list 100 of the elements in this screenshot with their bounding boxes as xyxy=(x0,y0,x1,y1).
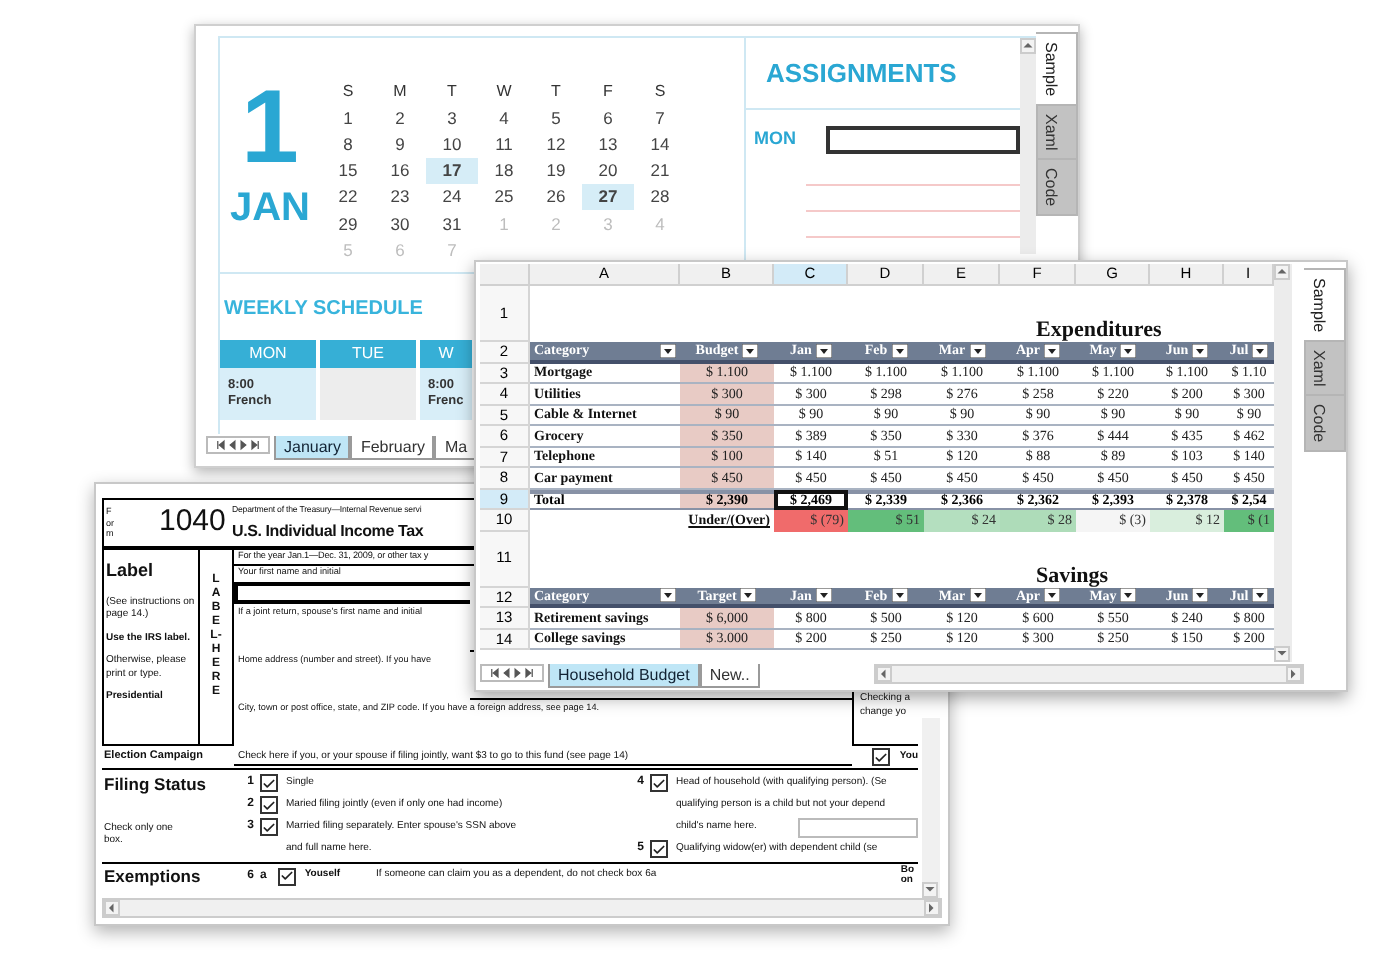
calendar-day[interactable]: 18 xyxy=(478,157,530,185)
weekday-label: S xyxy=(652,79,668,104)
checkbox[interactable] xyxy=(871,748,890,766)
calendar-day[interactable]: 14 xyxy=(634,131,686,158)
scroll-down-button[interactable] xyxy=(922,882,938,898)
calendar-day[interactable]: 27 xyxy=(582,184,634,211)
sheet-tab[interactable]: February xyxy=(350,436,435,460)
sheet-tab[interactable]: January xyxy=(274,436,351,460)
side-tab[interactable]: Xaml xyxy=(1304,340,1346,397)
calendar-day[interactable]: 2 xyxy=(374,104,426,132)
calendar-day[interactable]: 11 xyxy=(478,131,530,158)
calendar-day[interactable]: 15 xyxy=(322,157,374,185)
calendar-day[interactable]: 29 xyxy=(322,210,374,238)
weekday-label: T xyxy=(445,79,459,104)
input-field[interactable] xyxy=(234,581,470,604)
scroll-left-button[interactable] xyxy=(875,666,892,682)
calendar-day[interactable]: 4 xyxy=(478,104,530,132)
dropdown-icon[interactable] xyxy=(815,343,832,358)
dropdown-icon[interactable] xyxy=(660,588,676,603)
vertical-scrollbar[interactable] xyxy=(922,718,940,898)
scroll-left-button[interactable] xyxy=(104,900,120,916)
scroll-up-button[interactable] xyxy=(1274,264,1290,280)
calendar-day[interactable]: 23 xyxy=(374,184,426,211)
checkbox[interactable] xyxy=(650,840,668,858)
sheet-tab[interactable]: Household Budget xyxy=(548,664,700,688)
scroll-up-button[interactable] xyxy=(1020,38,1036,54)
dropdown-icon[interactable] xyxy=(1192,588,1209,603)
dropdown-icon[interactable] xyxy=(1252,588,1269,603)
side-tab[interactable]: Code xyxy=(1036,158,1078,217)
dropdown-icon[interactable] xyxy=(1120,343,1137,358)
weekday-label: W xyxy=(494,79,514,104)
calendar-day[interactable]: 3 xyxy=(426,104,478,132)
table-title: Savings xyxy=(1036,563,1109,587)
month-label: JAN xyxy=(229,186,310,230)
calendar-day[interactable]: 7 xyxy=(634,104,686,132)
sheet-tab[interactable]: Ma xyxy=(434,436,478,460)
dropdown-icon[interactable] xyxy=(1252,343,1269,358)
vertical-scrollbar[interactable] xyxy=(1020,38,1036,254)
calendar-day[interactable]: 10 xyxy=(426,131,478,158)
assignment-field[interactable] xyxy=(826,126,1020,154)
section-title: ASSIGNMENTS xyxy=(766,55,957,92)
dropdown-icon[interactable] xyxy=(1192,343,1209,358)
checkmark-icon xyxy=(652,841,666,857)
side-tab[interactable]: Sample xyxy=(1304,268,1346,343)
checkbox[interactable] xyxy=(260,774,278,792)
table-title: Expenditures xyxy=(1036,318,1162,342)
checkbox[interactable] xyxy=(278,867,297,885)
input-field[interactable] xyxy=(798,817,918,837)
sheet-navigation-icon[interactable] xyxy=(206,436,270,454)
checkbox[interactable] xyxy=(260,796,278,814)
checkbox[interactable] xyxy=(260,818,278,836)
scroll-right-button[interactable] xyxy=(924,900,940,916)
side-tab[interactable]: Xaml xyxy=(1036,104,1078,161)
calendar-day[interactable]: 17 xyxy=(426,157,478,185)
calendar-day[interactable]: 26 xyxy=(530,184,582,211)
dropdown-icon[interactable] xyxy=(1120,588,1137,603)
calendar-day[interactable]: 16 xyxy=(374,157,426,185)
scroll-right-button[interactable] xyxy=(1286,666,1302,682)
horizontal-scrollbar[interactable] xyxy=(873,664,1304,684)
horizontal-scrollbar[interactable] xyxy=(102,898,942,918)
label-heading: Label xyxy=(106,558,156,584)
dropdown-icon[interactable] xyxy=(815,588,832,603)
dropdown-icon[interactable] xyxy=(660,343,676,358)
calendar-day[interactable]: 28 xyxy=(634,184,686,211)
calendar-day[interactable]: 22 xyxy=(322,184,374,211)
day-label: MON xyxy=(752,126,798,153)
sheet-tab[interactable]: New.. xyxy=(699,664,760,688)
dropdown-icon[interactable] xyxy=(891,343,908,358)
calendar-day[interactable]: 9 xyxy=(374,131,426,158)
sheet-navigation-icon[interactable] xyxy=(480,664,544,682)
dropdown-icon[interactable] xyxy=(969,588,986,603)
calendar-day[interactable]: 24 xyxy=(426,184,478,211)
section-title: WEEKLY SCHEDULE xyxy=(224,296,423,324)
side-tab[interactable]: Sample xyxy=(1036,32,1078,107)
scroll-down-button[interactable] xyxy=(1274,646,1290,662)
dropdown-icon[interactable] xyxy=(891,588,908,603)
dropdown-icon[interactable] xyxy=(1044,588,1061,603)
dropdown-icon[interactable] xyxy=(740,588,757,603)
calendar-day[interactable]: 6 xyxy=(582,104,634,132)
checkmark-icon xyxy=(280,868,295,884)
calendar-day[interactable]: 21 xyxy=(634,157,686,185)
calendar-day[interactable]: 30 xyxy=(374,210,426,238)
calendar-day[interactable]: 12 xyxy=(530,131,582,158)
dropdown-icon[interactable] xyxy=(742,343,759,358)
calendar-day[interactable]: 20 xyxy=(582,157,634,185)
calendar-day[interactable]: 25 xyxy=(478,184,530,211)
calendar-day[interactable]: 5 xyxy=(530,104,582,132)
dropdown-icon[interactable] xyxy=(969,343,986,358)
day-column-header: TUE xyxy=(320,340,416,368)
calendar-day[interactable]: 19 xyxy=(530,157,582,185)
day-column-header: MON xyxy=(220,340,316,368)
vertical-scrollbar[interactable] xyxy=(1274,264,1292,662)
calendar-day[interactable]: 1 xyxy=(322,104,374,132)
day-column-header: W xyxy=(420,340,472,368)
calendar-day[interactable]: 31 xyxy=(426,210,478,238)
calendar-day[interactable]: 13 xyxy=(582,131,634,158)
calendar-day[interactable]: 8 xyxy=(322,131,374,158)
side-tab[interactable]: Code xyxy=(1304,394,1346,453)
checkbox[interactable] xyxy=(650,774,668,792)
dropdown-icon[interactable] xyxy=(1044,343,1061,358)
